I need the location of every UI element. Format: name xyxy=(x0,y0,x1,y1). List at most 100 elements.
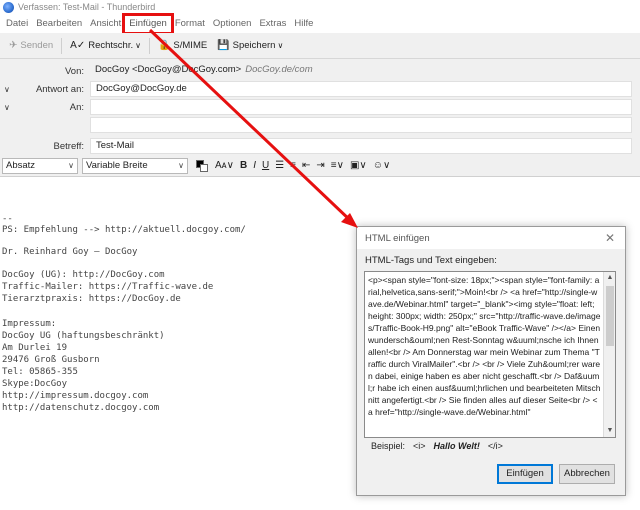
example-open-tag: <i> xyxy=(413,441,426,451)
menu-optionen[interactable]: Optionen xyxy=(209,16,256,32)
menu-bearbeiten[interactable]: Bearbeiten xyxy=(32,16,86,32)
close-icon[interactable]: ✕ xyxy=(605,231,615,245)
to-label: An: xyxy=(69,101,84,113)
html-input-content: <p><span style="font-size: 18px;"><span … xyxy=(368,275,601,417)
font-value: Variable Breite xyxy=(86,159,148,171)
underline-icon[interactable]: U xyxy=(259,157,272,175)
signature-line: http://datenschutz.docgoy.com xyxy=(2,403,160,413)
menu-ansicht[interactable]: Ansicht xyxy=(86,16,125,32)
chevron-down-icon[interactable]: ∨ xyxy=(277,41,283,50)
dialog-prompt: HTML-Tags und Text eingeben: xyxy=(365,255,497,266)
signature-line: Dr. Reinhard Goy – DocGoy xyxy=(2,247,138,257)
text-color-picker[interactable] xyxy=(196,159,208,172)
send-icon: ✈ xyxy=(9,40,18,51)
example-label: Beispiel: xyxy=(371,441,406,451)
outdent-icon[interactable]: ⇤ xyxy=(299,157,313,175)
smime-button[interactable]: 🔒 S/MIME xyxy=(153,36,212,56)
from-identity: DocGoy.de/com xyxy=(245,64,313,75)
font-select[interactable]: Variable Breite ∨ xyxy=(82,157,188,174)
signature-line: -- xyxy=(2,214,13,224)
subject-row: Betreff: Test-Mail xyxy=(0,137,640,155)
chevron-down-icon[interactable]: ∨ xyxy=(4,85,10,94)
from-row: Von: DocGoy <DocGoy@DocGoy.com> DocGoy.de… xyxy=(0,62,640,80)
send-label: Senden xyxy=(20,40,54,51)
cancel-button[interactable]: Abbrechen xyxy=(559,464,615,484)
reply-label: Antwort an: xyxy=(35,83,84,95)
smime-label: S/MIME xyxy=(173,40,208,51)
save-icon: 💾 xyxy=(217,40,230,51)
menu-format[interactable]: Format xyxy=(171,16,209,32)
align-icon[interactable]: ≡∨ xyxy=(328,157,347,175)
insert-button[interactable]: Einfügen xyxy=(497,464,553,484)
reply-row: ∨ Antwort an: DocGoy@DocGoy.de xyxy=(0,80,640,98)
menu-datei[interactable]: Datei xyxy=(2,16,32,32)
signature-line: Impressum: xyxy=(2,319,57,329)
subject-field[interactable]: Test-Mail xyxy=(90,138,632,154)
paragraph-format-select[interactable]: Absatz ∨ xyxy=(2,157,78,174)
window-titlebar: Verfassen: Test-Mail - Thunderbird xyxy=(0,0,640,15)
empty-address-row xyxy=(0,116,640,134)
from-value: DocGoy <DocGoy@DocGoy.com> xyxy=(95,64,242,75)
scroll-down-icon[interactable]: ▼ xyxy=(604,425,615,437)
spellcheck-button[interactable]: A✓ Rechtschr. ∨ xyxy=(65,36,146,56)
chevron-down-icon[interactable]: ∨ xyxy=(4,103,10,112)
scrollbar-thumb[interactable] xyxy=(606,286,614,346)
lock-icon: 🔒 xyxy=(157,40,171,51)
format-toolbar: Absatz ∨ Variable Breite ∨ Aᴀ∨ B I U ☰ ≡… xyxy=(0,155,640,177)
indent-icon[interactable]: ⇥ xyxy=(313,157,327,175)
reply-field[interactable]: DocGoy@DocGoy.de xyxy=(90,81,632,97)
html-input-area[interactable]: <p><span style="font-size: 18px;"><span … xyxy=(364,271,616,438)
textarea-scrollbar[interactable]: ▲ ▼ xyxy=(603,272,615,437)
signature-line: http://impressum.docgoy.com xyxy=(2,391,149,401)
signature-line: Skype:DocGoy xyxy=(2,379,68,389)
save-label: Speichern xyxy=(232,40,276,51)
html-insert-dialog: HTML einfügen ✕ HTML-Tags und Text einge… xyxy=(356,226,626,496)
dialog-title: HTML einfügen xyxy=(365,233,430,244)
italic-icon[interactable]: I xyxy=(250,157,259,175)
to-field[interactable] xyxy=(90,99,632,115)
menu-einfuegen[interactable]: Einfügen xyxy=(122,13,174,35)
toolbar-divider xyxy=(61,37,63,54)
thunderbird-logo-icon xyxy=(3,2,14,13)
menu-extras[interactable]: Extras xyxy=(255,16,290,32)
toolbar-divider xyxy=(148,37,150,54)
signature-line: Tel: 05865-355 xyxy=(2,367,78,377)
dialog-body: HTML-Tags und Text eingeben: <p><span st… xyxy=(357,249,625,495)
example-text: Hallo Welt! xyxy=(433,441,480,451)
window-title: Verfassen: Test-Mail - Thunderbird xyxy=(18,2,156,12)
signature-line: Traffic-Mailer: https://Traffic-wave.de xyxy=(2,282,214,292)
emoji-icon[interactable]: ☺∨ xyxy=(370,157,394,175)
chevron-down-icon: ∨ xyxy=(178,160,184,170)
to-row: ∨ An: xyxy=(0,98,640,116)
paragraph-format-value: Absatz xyxy=(6,159,36,171)
signature-line: Tierarztpraxis: https://DocGoy.de xyxy=(2,294,181,304)
menu-hilfe[interactable]: Hilfe xyxy=(290,16,317,32)
send-button[interactable]: ✈ Senden xyxy=(4,36,58,56)
from-field[interactable]: DocGoy <DocGoy@DocGoy.com> DocGoy.de/com xyxy=(90,63,632,79)
signature-line: DocGoy UG (haftungsbeschränkt) xyxy=(2,331,165,341)
signature-line: DocGoy (UG): http://DocGoy.com xyxy=(2,270,165,280)
example-close-tag: </i> xyxy=(487,441,503,451)
bullet-list-icon[interactable]: ☰ xyxy=(272,157,287,175)
signature-line: Am Durlei 19 xyxy=(2,343,68,353)
scroll-up-icon[interactable]: ▲ xyxy=(604,272,615,284)
bold-icon[interactable]: B xyxy=(237,157,250,175)
numbered-list-icon[interactable]: ≡ xyxy=(287,157,299,175)
chevron-down-icon: ∨ xyxy=(68,160,74,170)
insert-object-icon[interactable]: ▣∨ xyxy=(347,157,370,175)
chevron-down-icon[interactable]: ∨ xyxy=(135,41,141,50)
example-row: Beispiel: <i> Hallo Welt! </i> xyxy=(371,441,503,451)
font-size-icon[interactable]: Aᴀ∨ xyxy=(212,157,237,175)
signature-line: PS: Empfehlung --> http://aktuell.docgoy… xyxy=(2,225,246,235)
menu-bar: Datei Bearbeiten Ansicht Einfügen Format… xyxy=(0,13,640,35)
save-button[interactable]: 💾 Speichern ∨ xyxy=(212,36,288,56)
spellcheck-icon: A✓ xyxy=(70,40,86,51)
background-color-swatch xyxy=(200,163,208,172)
compose-toolbar: ✈ Senden A✓ Rechtschr. ∨ 🔒 S/MIME 💾 Spei… xyxy=(0,33,640,59)
spellcheck-label: Rechtschr. xyxy=(88,40,134,51)
compose-headers: Von: DocGoy <DocGoy@DocGoy.com> DocGoy.de… xyxy=(0,59,640,155)
from-label: Von: xyxy=(64,65,84,77)
signature-line: 29476 Groß Gusborn xyxy=(2,355,100,365)
subject-label: Betreff: xyxy=(53,140,84,152)
extra-address-field[interactable] xyxy=(90,117,632,133)
